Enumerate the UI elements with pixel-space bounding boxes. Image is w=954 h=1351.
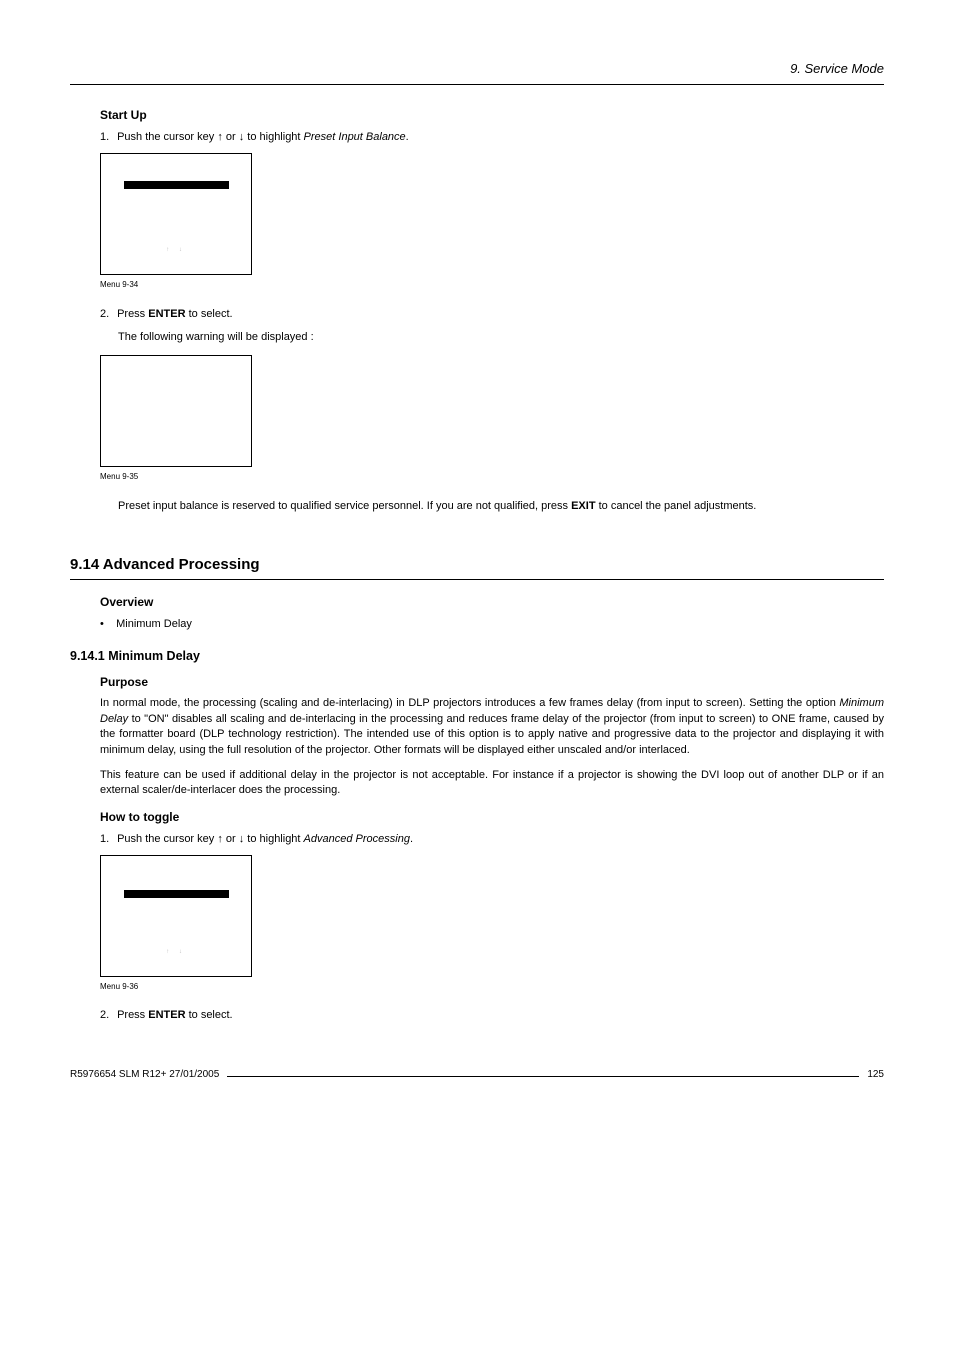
step-text: Press bbox=[117, 308, 148, 320]
menu-highlight-bar bbox=[124, 890, 229, 898]
menu-lines bbox=[101, 901, 251, 917]
menu-lines bbox=[101, 192, 251, 215]
toggle-step-1: 1. Push the cursor key ↑ or ↓ to highlig… bbox=[100, 832, 884, 847]
step-text: Press bbox=[117, 1009, 148, 1021]
menu-title bbox=[101, 864, 251, 878]
startup-note: Preset input balance is reserved to qual… bbox=[118, 499, 884, 514]
menu-9-35-label: Menu 9-35 bbox=[100, 471, 884, 482]
bullet-marker: • bbox=[100, 618, 104, 630]
warning-content bbox=[101, 386, 251, 436]
footer-left: R5976654 SLM R12+ 27/01/2005 bbox=[70, 1068, 219, 1082]
step-text-em: Preset Input Balance bbox=[304, 131, 406, 143]
step-text-tail: . bbox=[410, 833, 413, 845]
menu-9-36: ↑ ↓ bbox=[100, 855, 252, 977]
section-divider bbox=[70, 579, 884, 580]
advanced-processing-heading: 9.14 Advanced Processing bbox=[70, 554, 884, 575]
menu-line bbox=[101, 878, 251, 886]
header-divider bbox=[70, 84, 884, 85]
menu-9-34: ↑ ↓ bbox=[100, 153, 252, 275]
step-text-strong: ENTER bbox=[148, 308, 185, 320]
step-text: Push the cursor key ↑ or ↓ to highlight bbox=[117, 131, 303, 143]
breadcrumb: 9. Service Mode bbox=[70, 60, 884, 78]
step-number: 1. bbox=[100, 832, 114, 847]
toggle-step-2: 2. Press ENTER to select. bbox=[100, 1008, 884, 1023]
start-up-heading: Start Up bbox=[100, 107, 884, 124]
menu-9-36-label: Menu 9-36 bbox=[100, 981, 884, 992]
footer-page-number: 125 bbox=[867, 1068, 884, 1082]
p1-b: to "ON" disables all scaling and de-inte… bbox=[100, 713, 884, 756]
step-text-strong: ENTER bbox=[148, 1009, 185, 1021]
menu-9-35 bbox=[100, 355, 252, 467]
menu-line bbox=[101, 170, 251, 178]
how-to-toggle-heading: How to toggle bbox=[100, 809, 884, 826]
step-text-tail: to select. bbox=[186, 308, 233, 320]
startup-step-2: 2. Press ENTER to select. bbox=[100, 307, 884, 322]
menu-9-34-label: Menu 9-34 bbox=[100, 279, 884, 290]
step-text: Push the cursor key ↑ or ↓ to highlight bbox=[117, 833, 303, 845]
footer-line bbox=[227, 1076, 859, 1078]
bullet-text: Minimum Delay bbox=[116, 618, 192, 630]
note-strong: EXIT bbox=[571, 500, 595, 512]
note-tail: to cancel the panel adjustments. bbox=[596, 500, 757, 512]
step-text-tail: . bbox=[406, 131, 409, 143]
menu-footer bbox=[101, 956, 251, 970]
menu-title bbox=[101, 162, 251, 169]
purpose-paragraph-1: In normal mode, the processing (scaling … bbox=[100, 696, 884, 758]
step-number: 2. bbox=[100, 307, 114, 322]
minimum-delay-heading: 9.14.1 Minimum Delay bbox=[70, 648, 884, 666]
note-text: Preset input balance is reserved to qual… bbox=[118, 500, 571, 512]
overview-bullet: • Minimum Delay bbox=[100, 617, 884, 632]
startup-step-2-sub: The following warning will be displayed … bbox=[118, 330, 884, 345]
step-number: 1. bbox=[100, 130, 114, 145]
startup-step-1: 1. Push the cursor key ↑ or ↓ to highlig… bbox=[100, 130, 884, 145]
step-text-em: Advanced Processing bbox=[304, 833, 410, 845]
page-footer: R5976654 SLM R12+ 27/01/2005 125 bbox=[70, 1068, 884, 1082]
p1-a: In normal mode, the processing (scaling … bbox=[100, 697, 839, 709]
menu-highlight-bar bbox=[124, 181, 229, 189]
purpose-paragraph-2: This feature can be used if additional d… bbox=[100, 768, 884, 799]
purpose-heading: Purpose bbox=[100, 674, 884, 691]
step-text-tail: to select. bbox=[186, 1009, 233, 1021]
menu-footer bbox=[101, 254, 251, 268]
step-number: 2. bbox=[100, 1008, 114, 1023]
overview-heading: Overview bbox=[100, 594, 884, 611]
